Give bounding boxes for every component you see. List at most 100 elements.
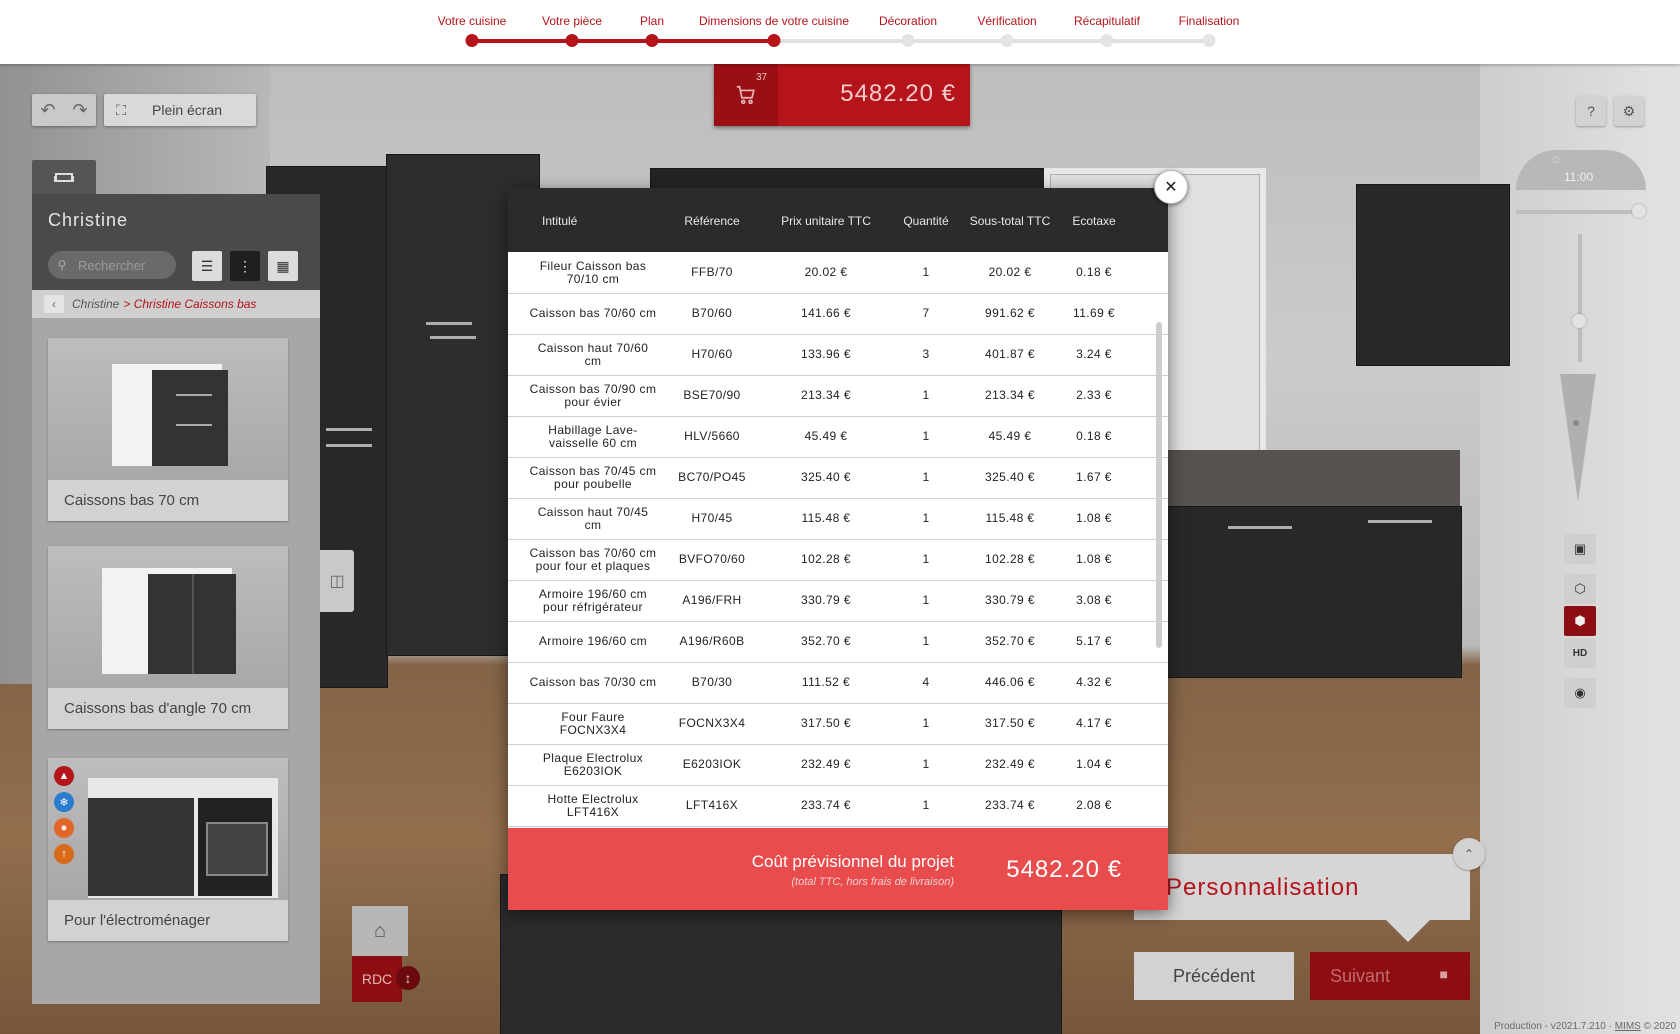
previous-button[interactable]: Précédent [1134,952,1294,1000]
cell-subtotal: 20.02 € [988,265,1032,279]
cell-reference: BVFO70/60 [678,552,746,566]
cell-reference: BC70/PO45 [678,470,746,484]
sun-icon: ☼ [1550,150,1563,166]
step-label[interactable]: Dimensions de votre cuisine [699,14,849,28]
grid-view-button[interactable]: ▦ [268,251,298,281]
camera-height-slider[interactable] [1572,234,1586,362]
cell-subtotal: 102.28 € [985,552,1035,566]
cell-reference: B70/30 [691,675,733,689]
breadcrumb-current: > Christine Caissons bas [123,297,257,311]
step-dot [901,34,915,47]
redo-icon: ↷ [72,99,88,120]
time-slider[interactable] [1516,204,1646,218]
previous-label: Précédent [1172,965,1256,986]
cell-quantity: 1 [922,265,930,279]
cell-unit-price: 115.48 € [801,511,851,525]
sun-clock[interactable]: ☼ 11:00 [1516,150,1646,190]
fullscreen-button[interactable]: ⛶ Plein écran [104,94,256,126]
search-icon: ⚲ [57,258,67,272]
fit-view-button[interactable]: ▣ [1564,534,1596,564]
cube-icon: ⬡ [1574,581,1586,596]
help-button[interactable]: ? [1576,96,1606,126]
cell-unit-price: 45.49 € [804,429,848,443]
redo-button[interactable]: ↷ [64,94,96,126]
close-modal-button[interactable]: ✕ [1154,170,1188,204]
step-dot [1100,34,1114,47]
list-view-button[interactable]: ☰ [192,251,222,281]
view-3d-button[interactable]: ⬡ [1564,574,1596,604]
table-scrollbar[interactable] [1156,322,1162,648]
catalog-card[interactable]: Caissons bas d'angle 70 cm [48,546,288,729]
cell-name: Fileur Caisson bas 70/10 cm [539,258,647,286]
cell-subtotal: 317.50 € [985,716,1035,730]
cart-icon [736,85,755,105]
table-row: Hotte Electrolux LFT416X LFT416X 233.74 € 1… [508,785,1168,827]
search-input[interactable] [76,256,170,274]
chevron-left-icon[interactable]: ‹ [44,295,64,313]
cell-ecotaxe: 4.32 € [1076,675,1112,689]
catalog-card[interactable]: Caissons bas 70 cm [48,338,288,521]
catalog-tab[interactable] [32,160,96,196]
cell-reference: HLV/5660 [684,429,740,443]
camera-height-knob[interactable] [1572,314,1586,328]
cell-name: Habillage Lave-vaisselle 60 cm [548,422,638,450]
step-label[interactable]: Plan [640,14,664,28]
screenshot-button[interactable]: ◉ [1564,678,1596,708]
version-link[interactable]: MIMS [1615,1021,1641,1032]
cell-name: Caisson haut 70/60 cm [537,340,649,368]
header-quantity: Quantité [903,214,949,228]
next-button[interactable]: Suivant ■ [1310,952,1470,1000]
cell-ecotaxe: 3.08 € [1076,593,1112,607]
catalog-search[interactable]: ⚲ [48,251,176,279]
cell-name: Armoire 196/60 cm [538,634,648,648]
level-button[interactable]: RDC [352,956,402,1002]
time-slider-knob[interactable] [1632,204,1646,218]
view-3d-solid-button[interactable]: ⬢ [1564,606,1596,636]
catalog-card[interactable]: ▲ ❄ ● ↑ Pour l'électroménager [48,758,288,941]
hd-render-button[interactable]: HD [1564,638,1596,668]
next-label: Suivant [1330,965,1391,986]
hd-icon: HD [1572,647,1588,659]
cell-name: Caisson bas 70/45 cm pour poubelle [529,463,657,491]
cell-unit-price: 352.70 € [801,634,851,648]
sofa-icon [54,173,74,182]
step-dot[interactable] [565,34,579,47]
cart-summary[interactable]: 37 5482.20 € [714,64,970,126]
cell-name: Armoire 196/60 cm pour réfrigérateur [538,586,648,614]
cell-quantity: 1 [922,757,930,771]
breadcrumb-root[interactable]: Christine [72,297,119,311]
step-dot[interactable] [767,34,781,47]
cell-name: Plaque Electrolux E6203IOK [542,750,644,778]
cell-quantity: 1 [922,429,930,443]
cell-ecotaxe: 4.17 € [1076,716,1112,730]
cell-subtotal: 401.87 € [985,347,1035,361]
cell-quantity: 7 [922,306,930,320]
step-label[interactable]: Votre cuisine [438,14,507,28]
level-switch-button[interactable]: ↕ [396,966,420,990]
home-view-button[interactable]: ⌂ [352,906,408,956]
cart-details-modal: Intitulé Référence Prix unitaire TTC Qua… [508,188,1168,910]
step-dot[interactable] [645,34,659,47]
expand-button[interactable]: ⌃ [1453,838,1485,870]
compact-view-button[interactable]: ⋮ [230,251,260,281]
undo-button[interactable]: ↶ [32,94,64,126]
cell-subtotal: 233.74 € [985,798,1035,812]
appliance-image: ▲ ❄ ● ↑ [48,758,288,900]
settings-button[interactable]: ⚙ [1614,96,1644,126]
home-icon: ⌂ [373,919,387,942]
table-body[interactable]: Fileur Caisson bas 70/10 cm FFB/70 20.02 €… [508,252,1168,828]
cell-name: Four Faure FOCNX3X4 [559,709,627,737]
step-label[interactable]: Votre pièce [542,14,602,28]
panel-toggle-button[interactable]: ◫ [320,550,354,612]
step-dot[interactable] [465,34,479,47]
cell-quantity: 4 [922,675,930,689]
table-row: Fileur Caisson bas 70/10 cm FFB/70 20.02 €… [508,252,1168,294]
table-row: Caisson bas 70/45 cm pour poubelle BC70/P… [508,457,1168,499]
cell-name: Hotte Electrolux LFT416X [547,791,639,819]
personnalisation-panel[interactable]: Personnalisation [1134,854,1470,920]
cell-reference: A196/R60B [679,634,745,648]
step-label: Vérification [977,14,1037,28]
cell-ecotaxe: 1.04 € [1076,757,1112,771]
version-footer: Production - v2021.7.210 · MIMS © 2020 [1494,1021,1676,1032]
undo-redo-group: ↶ ↷ [32,94,96,126]
